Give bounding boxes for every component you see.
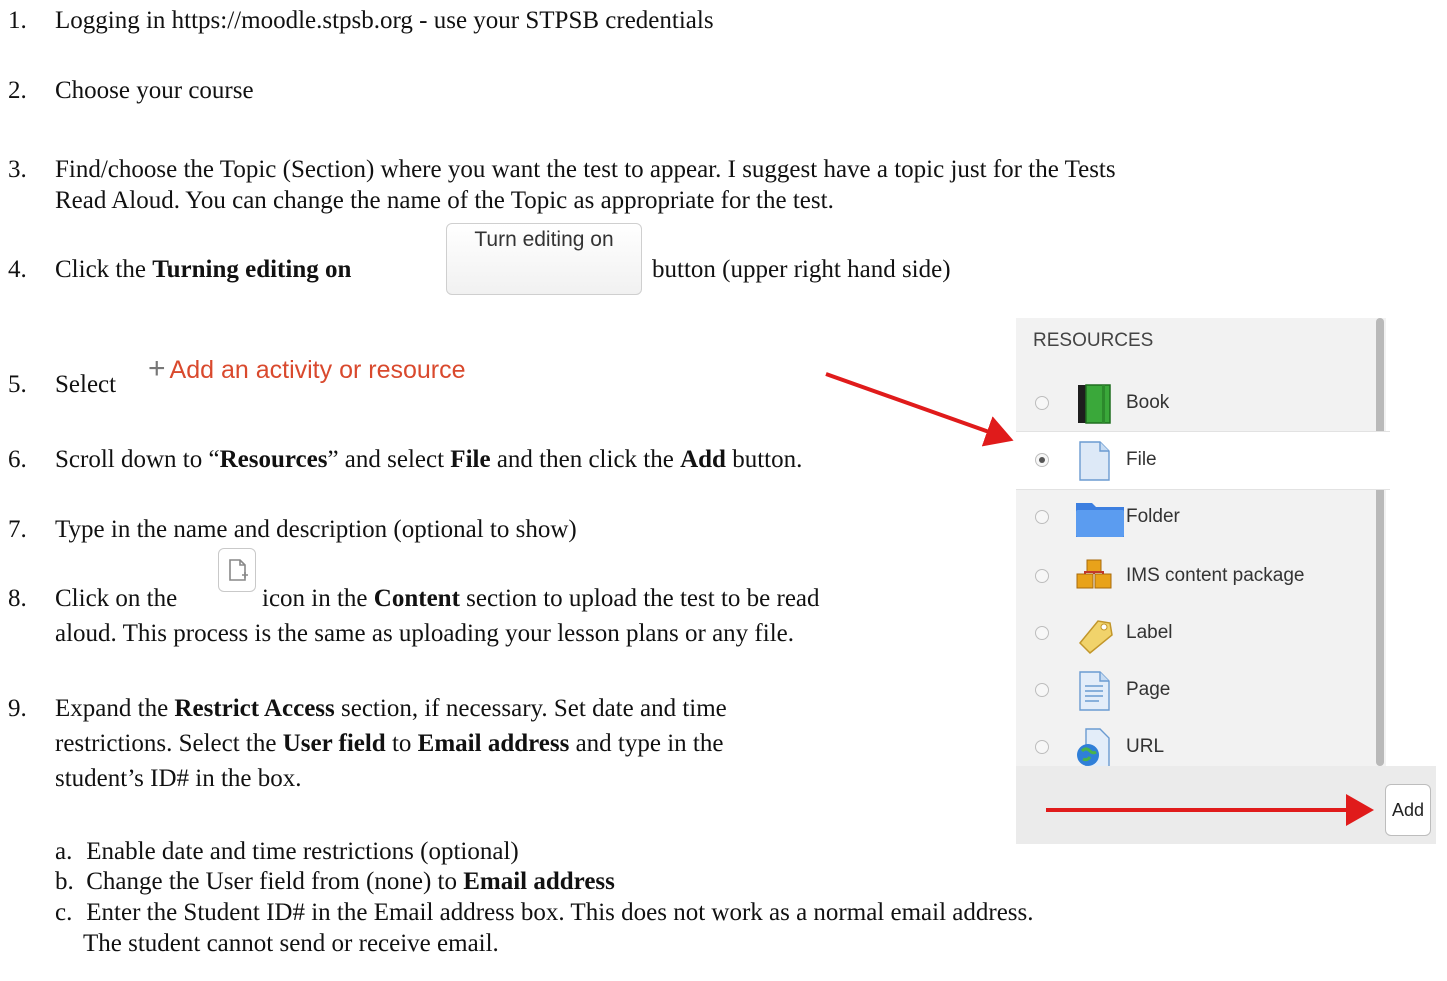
- annotation-arrows: [825, 372, 1374, 826]
- red-arrow-to-file: [825, 372, 1014, 447]
